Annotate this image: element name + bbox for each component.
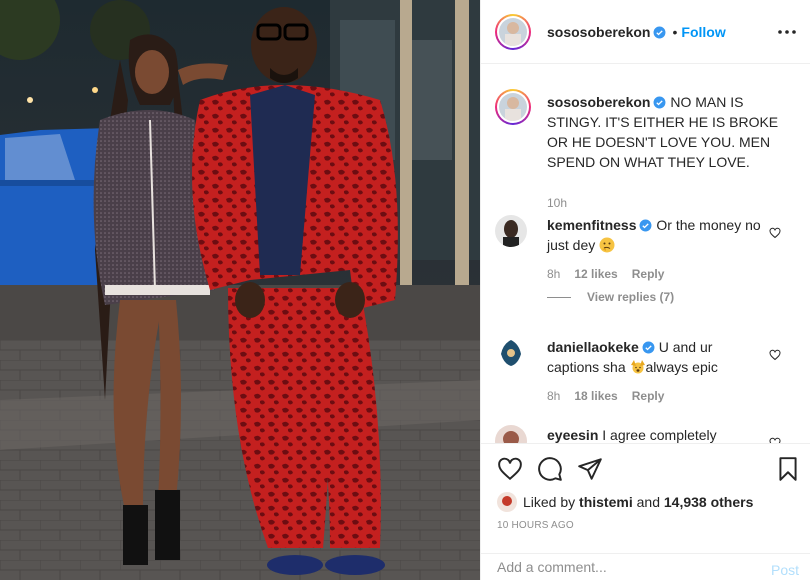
header-username[interactable]: sososoberekon bbox=[547, 24, 650, 40]
verified-badge-icon bbox=[654, 26, 666, 39]
replies-divider bbox=[547, 297, 571, 299]
caption-body: sososoberekon NO MAN IS STINGY. IT'S EIT… bbox=[547, 92, 797, 172]
post-side-panel: sososoberekon • Follow sososoberekon NO MA… bbox=[480, 0, 810, 580]
likes-prefix: Liked by bbox=[523, 494, 576, 510]
post-header: sososoberekon • Follow bbox=[481, 0, 810, 64]
view-replies-button[interactable]: View replies (7) bbox=[547, 290, 674, 304]
comment-like-icon[interactable] bbox=[769, 349, 781, 361]
post-actions: Liked by thistemi and 14,938 others 10 H… bbox=[481, 443, 810, 553]
comment-text-continued: always epic bbox=[645, 359, 718, 375]
caption-username[interactable]: sososoberekon bbox=[547, 94, 650, 110]
comment-meta: 8h 12 likes Reply bbox=[547, 267, 678, 281]
liker-avatar[interactable] bbox=[497, 492, 517, 512]
comment-avatar[interactable] bbox=[495, 337, 527, 369]
caption-time: 10h bbox=[547, 196, 568, 210]
view-replies-label: View replies (7) bbox=[587, 290, 675, 304]
likes-middle: and bbox=[636, 494, 660, 510]
comment-body: eyeesin I agree completely bbox=[547, 425, 762, 443]
reply-button[interactable]: Reply bbox=[632, 389, 665, 403]
post-timestamp: 10 HOURS AGO bbox=[497, 520, 574, 531]
caption-avatar[interactable] bbox=[499, 93, 527, 121]
comment-meta: 8h 18 likes Reply bbox=[547, 389, 678, 403]
comment-avatar[interactable] bbox=[495, 425, 527, 443]
comment-time: 8h bbox=[547, 267, 561, 281]
raising-hands-icon bbox=[630, 360, 645, 374]
verified-badge-icon bbox=[642, 341, 655, 354]
verified-badge-icon bbox=[640, 219, 652, 232]
paper-plane-icon[interactable] bbox=[577, 456, 603, 482]
bookmark-icon[interactable] bbox=[775, 456, 801, 482]
likes-others[interactable]: 14,938 others bbox=[664, 494, 754, 510]
header-user: sososoberekon • Follow bbox=[547, 24, 726, 40]
comment-body: daniellaokeke U and ur captions sha alwa… bbox=[547, 337, 762, 377]
comment-icon[interactable] bbox=[537, 456, 563, 482]
comment-input[interactable] bbox=[497, 559, 747, 575]
comment-body: kemenfitness Or the money no just dey bbox=[547, 215, 762, 255]
liker-username[interactable]: thistemi bbox=[579, 494, 633, 510]
verified-badge-icon bbox=[654, 96, 666, 109]
separator-dot: • bbox=[672, 24, 678, 40]
comment-username[interactable]: kemenfitness bbox=[547, 217, 636, 233]
comment-time: 8h bbox=[547, 389, 561, 403]
post-photo[interactable] bbox=[0, 0, 480, 580]
comment-likes[interactable]: 18 likes bbox=[574, 389, 617, 403]
more-options-icon[interactable] bbox=[777, 24, 797, 40]
thinking-face-icon bbox=[599, 237, 615, 253]
avatar[interactable] bbox=[499, 18, 527, 46]
likes-summary: Liked by thistemi and 14,938 others bbox=[497, 492, 753, 512]
comments-list[interactable]: sososoberekon NO MAN IS STINGY. IT'S EIT… bbox=[481, 65, 810, 443]
heart-icon[interactable] bbox=[497, 456, 523, 482]
comment-username[interactable]: daniellaokeke bbox=[547, 339, 639, 355]
comment-avatar[interactable] bbox=[495, 215, 527, 247]
reply-button[interactable]: Reply bbox=[632, 267, 665, 281]
follow-button[interactable]: Follow bbox=[681, 24, 725, 40]
comment-username[interactable]: eyeesin bbox=[547, 427, 598, 443]
photo-image bbox=[0, 0, 480, 580]
post-comment-button[interactable]: Post bbox=[771, 562, 799, 578]
add-comment-bar: Post bbox=[481, 553, 810, 580]
comment-text: I agree completely bbox=[602, 427, 717, 443]
comment-like-icon[interactable] bbox=[769, 227, 781, 239]
comment-likes[interactable]: 12 likes bbox=[574, 267, 617, 281]
